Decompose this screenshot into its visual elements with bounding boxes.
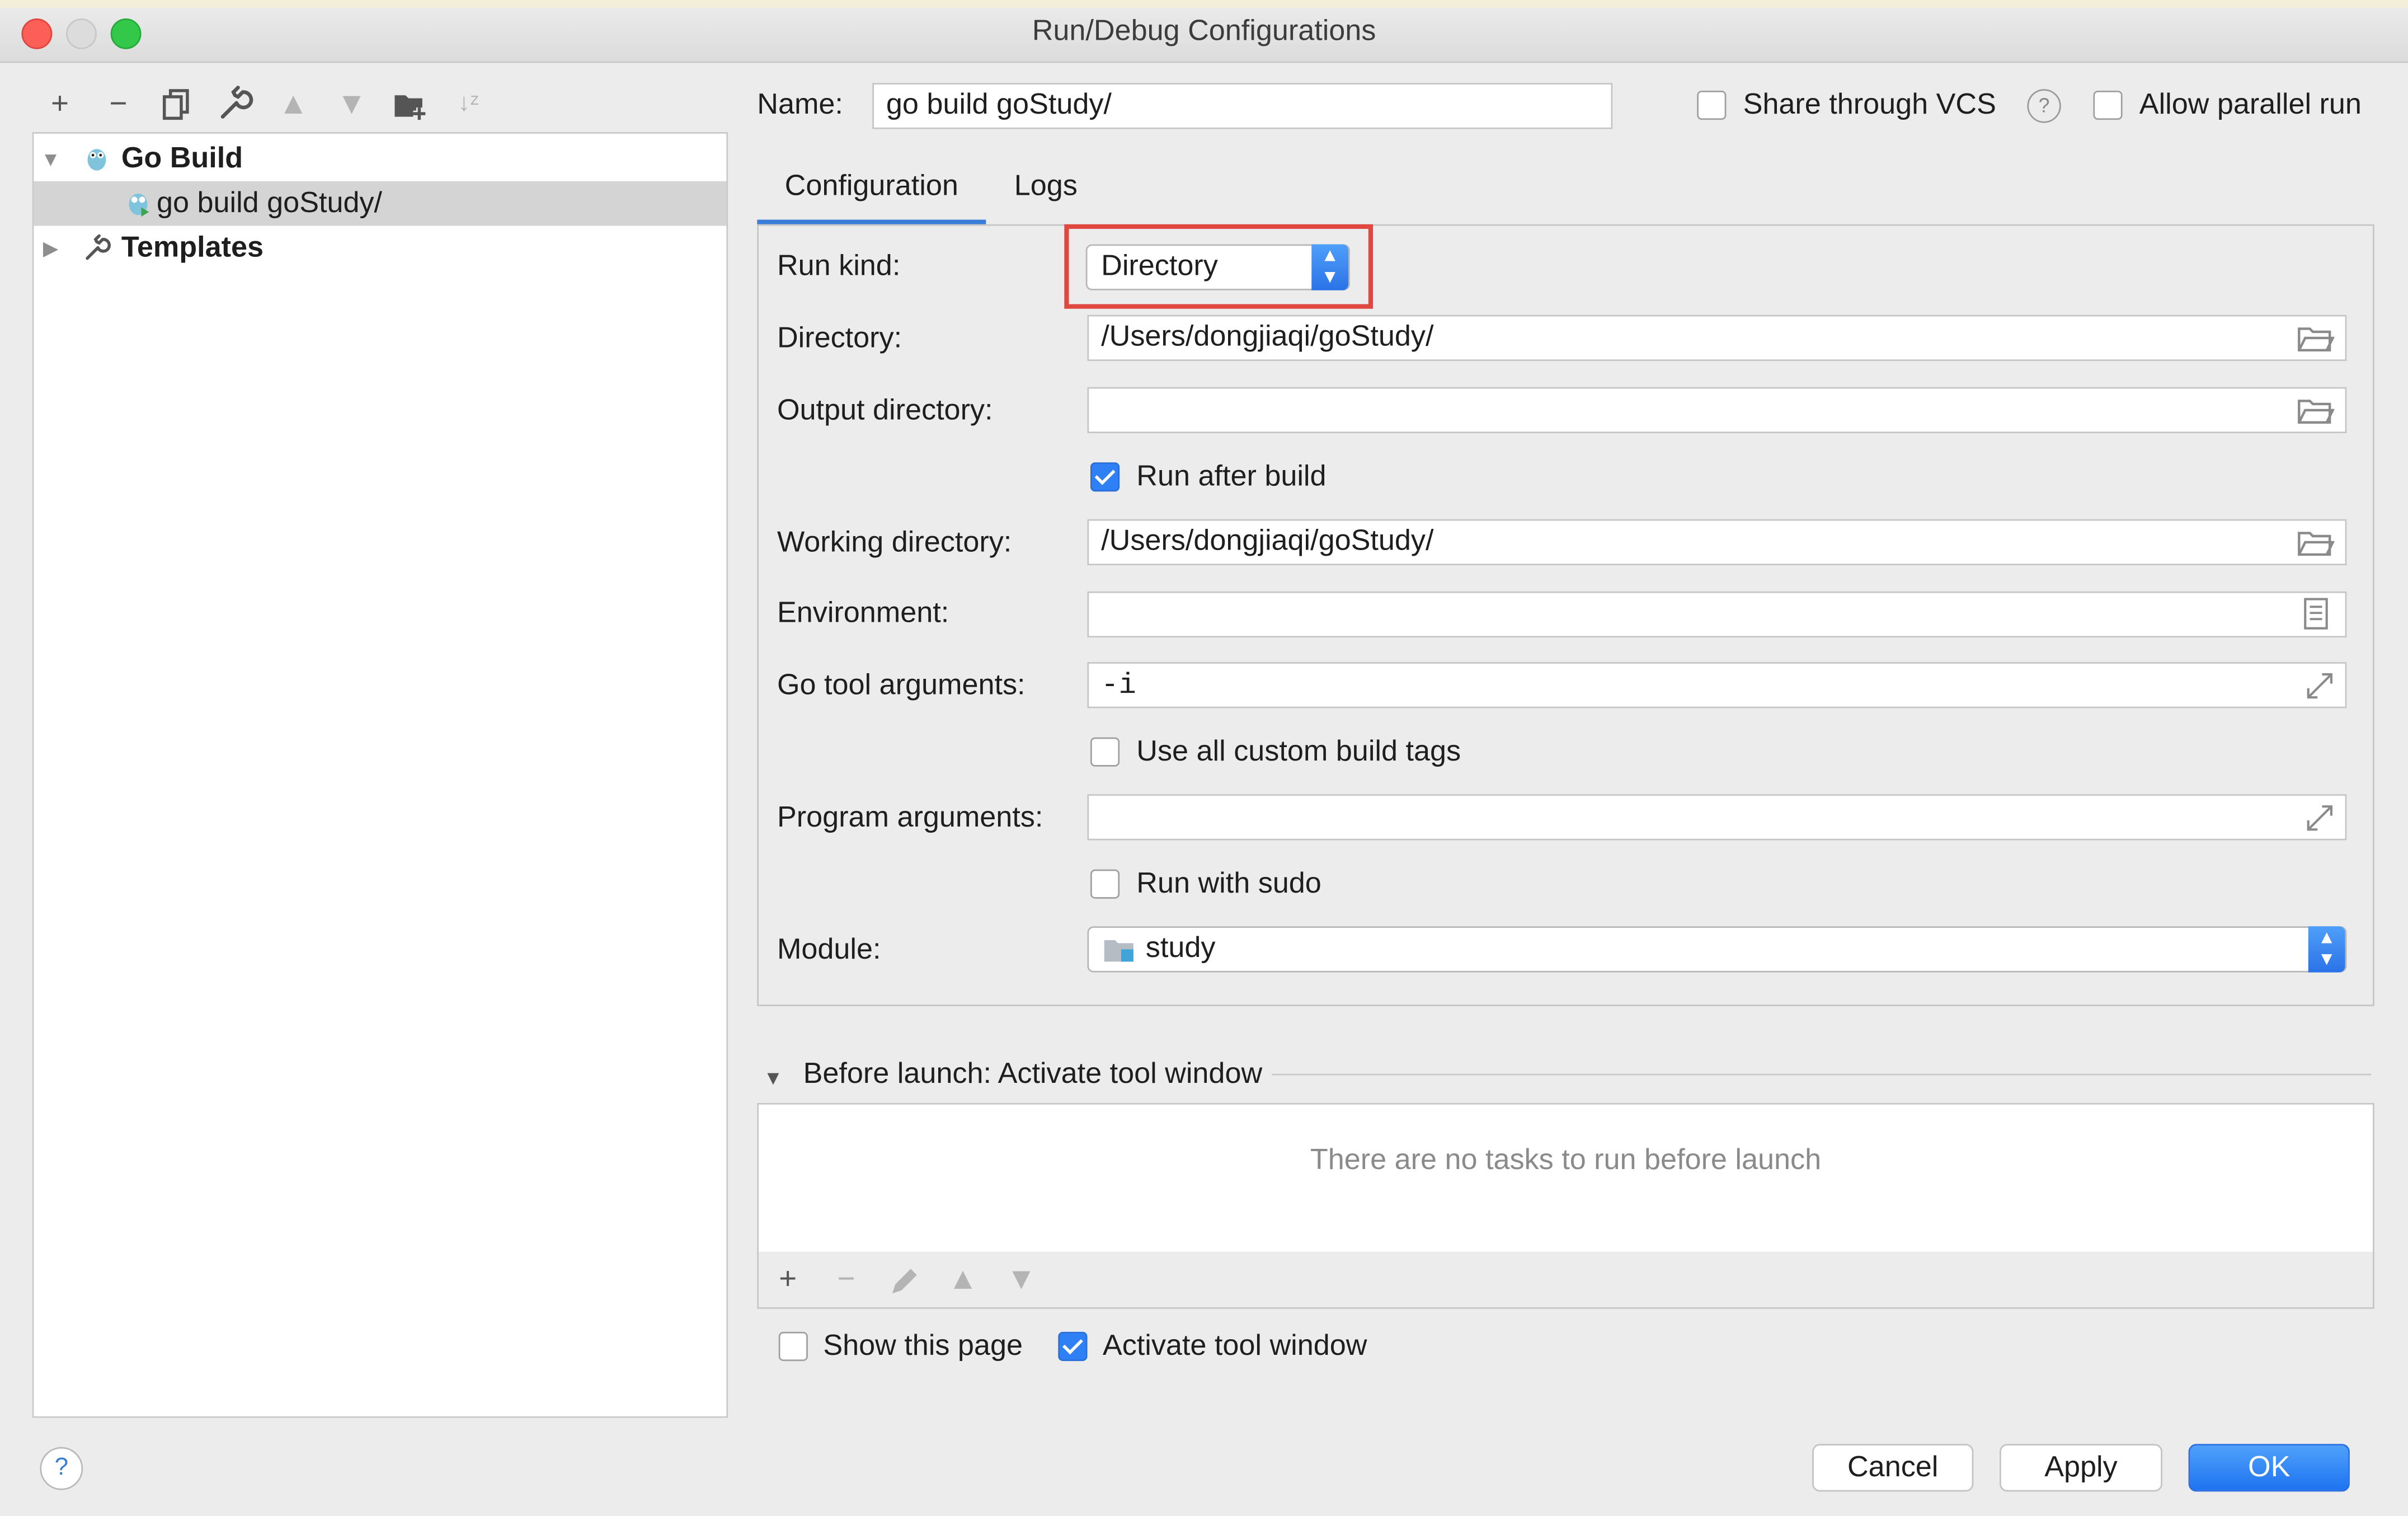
output-directory-input[interactable] <box>1087 387 2347 434</box>
chevron-updown-icon: ▲ ▼ <box>2308 926 2345 973</box>
run-with-sudo-label: Run with sudo <box>1136 867 1321 900</box>
tree-item-templates[interactable]: ▶ Templates <box>34 226 726 271</box>
collapse-arrow-icon[interactable]: ▶ <box>40 226 61 271</box>
arrow-up-icon[interactable]: ▲ <box>943 1260 982 1299</box>
ok-button[interactable]: OK <box>2188 1444 2350 1492</box>
copy-icon[interactable] <box>157 85 196 124</box>
arrow-down-icon[interactable]: ▼ <box>1001 1260 1041 1299</box>
divider <box>1271 1073 2372 1076</box>
gopher-run-icon <box>129 193 149 217</box>
gopher-icon <box>87 149 106 171</box>
output-directory-label: Output directory: <box>777 395 993 428</box>
help-button[interactable]: ? <box>40 1447 83 1490</box>
program-arguments-input[interactable] <box>1087 794 2347 841</box>
directory-label: Directory: <box>777 322 902 355</box>
custom-build-tags-label: Use all custom build tags <box>1136 735 1461 768</box>
minus-icon[interactable]: − <box>826 1260 866 1299</box>
folder-icon[interactable] <box>2298 324 2335 353</box>
expand-icon[interactable] <box>2304 670 2336 702</box>
module-label: Module: <box>777 933 881 966</box>
folder-add-icon[interactable] <box>390 85 430 124</box>
program-arguments-label: Program arguments: <box>777 801 1043 834</box>
name-input[interactable]: go build goStudy/ <box>872 83 1613 129</box>
apply-button[interactable]: Apply <box>1999 1444 2162 1492</box>
share-vcs-label: Share through VCS <box>1743 89 1996 121</box>
highlight-box <box>1064 224 1374 309</box>
run-kind-label: Run kind: <box>777 250 901 283</box>
run-after-build-checkbox[interactable] <box>1090 462 1120 492</box>
environment-label: Environment: <box>777 597 949 630</box>
module-folder-icon <box>1104 940 1134 962</box>
document-icon[interactable] <box>2302 598 2330 631</box>
window-title: Run/Debug Configurations <box>1032 15 1376 48</box>
show-this-page-label: Show this page <box>823 1330 1023 1363</box>
arrow-up-icon[interactable]: ▲ <box>274 85 313 124</box>
tree-item-label: go build goStudy/ <box>156 187 383 220</box>
tree-item-go-build-gostudy[interactable]: go build goStudy/ <box>34 181 727 226</box>
environment-input[interactable] <box>1087 591 2347 638</box>
custom-build-tags-checkbox[interactable] <box>1090 737 1120 767</box>
sort-icon[interactable]: ↓ᶻ <box>449 85 488 124</box>
folder-icon[interactable] <box>2298 396 2335 425</box>
tab-configuration[interactable]: Configuration <box>757 161 986 226</box>
wrench-icon <box>86 234 111 260</box>
expand-icon[interactable] <box>2304 802 2336 834</box>
module-select[interactable]: study ▲ ▼ <box>1087 926 2347 973</box>
go-tool-arguments-input[interactable]: -i <box>1087 662 2347 708</box>
folder-icon[interactable] <box>2298 528 2335 557</box>
before-launch-title: Before launch: Activate tool window <box>803 1058 1263 1091</box>
pencil-icon[interactable] <box>888 1264 921 1298</box>
tree-item-go-build[interactable]: ▼ Go Build <box>34 137 726 181</box>
before-launch-empty-text: There are no tasks to run before launch <box>1310 1144 1822 1177</box>
plus-icon[interactable]: + <box>40 85 79 124</box>
module-value: study <box>1145 932 1216 965</box>
allow-parallel-checkbox[interactable] <box>2093 90 2123 120</box>
run-after-build-label: Run after build <box>1136 461 1327 494</box>
wrench-icon[interactable] <box>215 85 255 124</box>
run-with-sudo-checkbox[interactable] <box>1090 869 1120 899</box>
activate-tool-window-checkbox[interactable] <box>1058 1331 1088 1362</box>
working-directory-label: Working directory: <box>777 527 1012 560</box>
tree-item-label: Templates <box>121 232 264 265</box>
arrow-down-icon[interactable]: ▼ <box>332 85 371 124</box>
plus-icon[interactable]: + <box>768 1260 808 1299</box>
name-label: Name: <box>757 89 843 121</box>
configuration-tree[interactable]: ▼ Go Build go build goStudy/ ▶ Templates <box>32 132 728 1418</box>
show-this-page-checkbox[interactable] <box>778 1331 808 1362</box>
allow-parallel-label: Allow parallel run <box>2139 89 2362 121</box>
share-vcs-checkbox[interactable] <box>1697 90 1727 120</box>
tree-item-label: Go Build <box>121 143 243 175</box>
activate-tool-window-label: Activate tool window <box>1102 1330 1367 1363</box>
before-launch-toolbar <box>757 1252 2374 1309</box>
directory-input[interactable]: /Users/dongjiaqi/goStudy/ <box>1087 315 2347 362</box>
tab-logs[interactable]: Logs <box>998 161 1093 226</box>
expand-arrow-icon[interactable]: ▼ <box>40 137 61 181</box>
collapse-arrow-icon[interactable]: ▼ <box>763 1066 783 1089</box>
minus-icon[interactable]: − <box>98 85 138 124</box>
go-tool-arguments-label: Go tool arguments: <box>777 669 1026 702</box>
background-strip <box>0 0 2408 8</box>
help-icon[interactable]: ? <box>2027 89 2061 123</box>
working-directory-input[interactable]: /Users/dongjiaqi/goStudy/ <box>1087 519 2347 566</box>
cancel-button[interactable]: Cancel <box>1812 1444 1974 1492</box>
